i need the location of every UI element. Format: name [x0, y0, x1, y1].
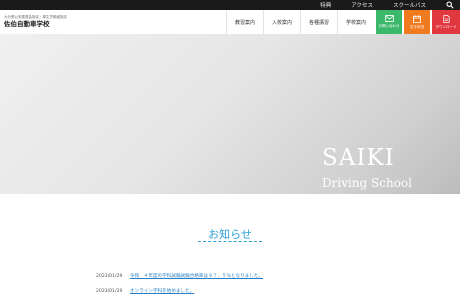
topbar-link-access[interactable]: アクセス [351, 1, 373, 9]
download-button[interactable]: ダウンロード [432, 10, 460, 34]
main-nav: 教習案内 入校案内 各種講習 学校案内 [226, 10, 374, 34]
mail-icon [384, 15, 394, 22]
news-date: 2023/01/29 [96, 273, 123, 279]
nav-item-course-info[interactable]: 教習案内 [226, 10, 263, 34]
nav-item-enrollment[interactable]: 入校案内 [263, 10, 300, 34]
nav-label: 各種講習 [308, 19, 329, 26]
news-heading-underline [198, 241, 262, 242]
news-item: 2023/01/29 オンライン学科を始めました。 [96, 287, 194, 295]
top-utility-bar: 特典 アクセス スクールバス [0, 0, 460, 10]
nav-item-school-info[interactable]: 学校案内 [337, 10, 374, 34]
nav-label: 学校案内 [345, 19, 366, 26]
availability-button[interactable]: 空き状況 [404, 10, 430, 34]
availability-label: 空き状況 [410, 24, 424, 29]
news-link[interactable]: 令和 ４年度の学科試験試験合格率は９７．５％となりました。 [130, 273, 263, 279]
search-button[interactable] [440, 0, 460, 10]
hero-subtitle: Driving School [322, 176, 412, 190]
nav-item-courses[interactable]: 各種講習 [300, 10, 337, 34]
news-link[interactable]: オンライン学科を始めました。 [130, 288, 194, 294]
document-icon [442, 14, 450, 23]
contact-button[interactable]: お問い合わせ [376, 10, 402, 34]
contact-label: お問い合わせ [378, 24, 400, 28]
search-icon [446, 1, 454, 9]
calendar-icon [413, 14, 421, 23]
nav-label: 教習案内 [234, 19, 255, 26]
news-date: 2023/01/29 [96, 288, 123, 294]
nav-label: 入校案内 [271, 19, 292, 26]
logo-title: 佐伯自動車学校 [4, 20, 50, 28]
news-item: 2023/01/29 令和 ４年度の学科試験試験合格率は９７．５％となりました。 [96, 272, 263, 280]
hero-title: SAIKI [322, 145, 395, 171]
topbar-link-benefits[interactable]: 特典 [320, 1, 331, 9]
site-header: 大分県公安委員会指定・厚生労働省指定 佐伯自動車学校 教習案内 入校案内 各種講… [0, 10, 460, 34]
download-label: ダウンロード [435, 24, 457, 29]
site-logo[interactable]: 大分県公安委員会指定・厚生労働省指定 佐伯自動車学校 [4, 15, 94, 28]
topbar-link-school-bus[interactable]: スクールバス [393, 1, 426, 9]
news-heading: お知らせ [208, 228, 252, 241]
